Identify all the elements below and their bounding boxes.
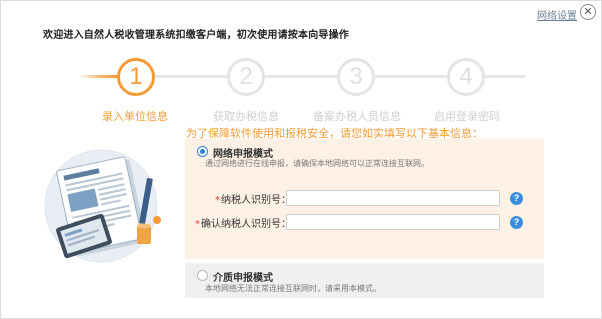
online-mode-radio[interactable] [197, 146, 208, 157]
step-1-label: 录入单位信息 [102, 110, 168, 123]
confirm-taxpayer-id-input[interactable] [286, 214, 500, 230]
taxpayer-id-input[interactable] [286, 190, 500, 206]
step-connector-active [79, 75, 117, 78]
document-with-tablet-icon [44, 149, 161, 263]
step-connector [375, 75, 447, 78]
confirm-taxpayer-id-label: *确认纳税人识别号： [195, 219, 291, 230]
step-connector [265, 75, 337, 78]
welcome-message: 欢迎进入自然人税收管理系统扣缴客户端，初次使用请按本向导操作 [43, 30, 349, 41]
setup-wizard-window: 网络设置 ✕ 欢迎进入自然人税收管理系统扣缴客户端，初次使用请按本向导操作 1 … [0, 0, 602, 319]
step-4-circle: 4 [447, 58, 485, 96]
step-2-circle: 2 [227, 58, 265, 96]
step-2-label: 获取办税信息 [213, 110, 279, 123]
media-mode-radio[interactable] [197, 270, 208, 281]
taxpayer-id-label: *纳税人识别号： [215, 195, 291, 206]
confirm-taxpayer-id-help-icon[interactable]: ? [510, 216, 523, 229]
close-icon[interactable]: ✕ [580, 4, 596, 20]
step-connector [155, 75, 227, 78]
network-settings-link[interactable]: 网络设置 [537, 7, 577, 22]
taxpayer-id-help-icon[interactable]: ? [510, 192, 523, 205]
media-mode-title: 介质申报模式 [213, 273, 273, 284]
step-3-label: 备案办税人员信息 [313, 110, 401, 123]
media-mode-desc: 本地网络无法正常连接互联网时，请采用本模式。 [205, 284, 381, 293]
step-1-circle: 1 [117, 58, 155, 96]
step-4-label: 启用登录密码 [434, 110, 500, 123]
online-mode-desc: 通过网络进行在线申报，请确保本地网络可以正常连接互联网。 [205, 159, 429, 168]
step-3-circle: 3 [337, 58, 375, 96]
step-connector [485, 75, 525, 78]
